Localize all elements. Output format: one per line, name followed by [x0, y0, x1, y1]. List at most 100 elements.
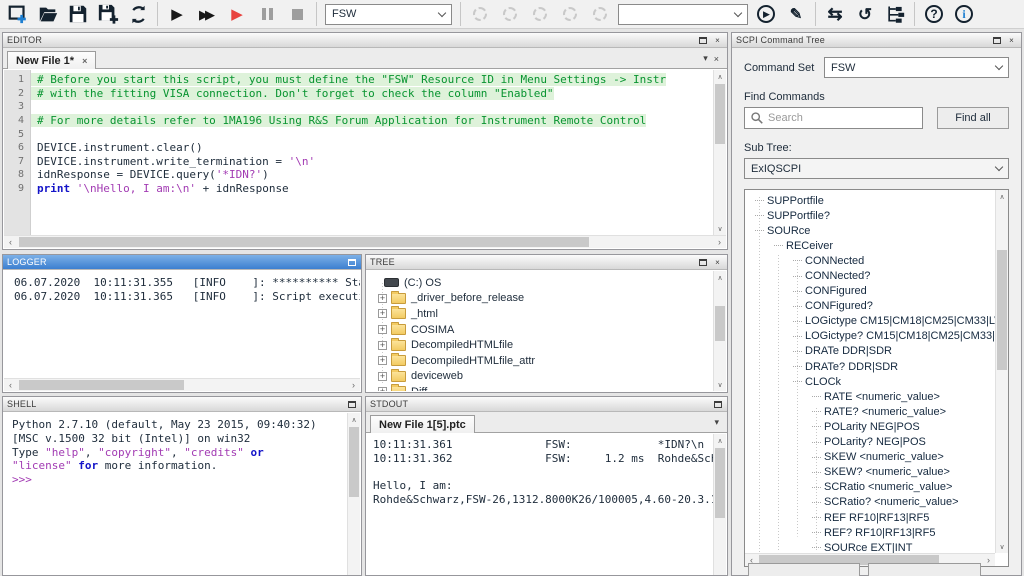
scpi-tree-item[interactable]: CONNected	[747, 253, 995, 268]
search-box[interactable]	[744, 107, 923, 129]
maximize-button[interactable]	[697, 35, 708, 46]
scpi-tree-item[interactable]: CONFigured?	[747, 299, 995, 314]
save-as-button[interactable]	[93, 1, 123, 27]
help-button[interactable]: ?	[919, 1, 949, 27]
scroll-right-icon[interactable]: ›	[982, 554, 995, 566]
expand-icon[interactable]: +	[378, 341, 387, 350]
editor-code-lines[interactable]: 1# Before you start this script, you mus…	[4, 73, 713, 235]
scpi-tree-item[interactable]: LOGictype CM15|CM18|CM25|CM33|LVDS|LV	[747, 314, 995, 329]
scroll-left-icon[interactable]: ‹	[4, 236, 17, 248]
open-file-button[interactable]	[33, 1, 63, 27]
scroll-right-icon[interactable]: ›	[713, 236, 726, 248]
pause-button[interactable]	[252, 1, 282, 27]
editor-vertical-scrollbar[interactable]: ∧ ∨	[713, 70, 726, 235]
tree-item[interactable]: +DecompiledHTMLfile	[371, 337, 713, 353]
scpi-tree-item[interactable]: SOURce	[747, 223, 995, 238]
find-all-button[interactable]: Find all	[937, 107, 1009, 129]
undo-button[interactable]: ↺	[850, 1, 880, 27]
expand-icon[interactable]: +	[378, 387, 387, 391]
edit-button[interactable]: ✎	[781, 1, 811, 27]
scpi-tree-item[interactable]: POLarity NEG|POS	[747, 419, 995, 434]
editor-horizontal-scrollbar[interactable]: ‹ ›	[4, 235, 726, 248]
logger-horizontal-scrollbar[interactable]: ‹ ›	[4, 378, 360, 391]
maximize-button[interactable]	[697, 257, 708, 268]
expand-icon[interactable]: +	[378, 309, 387, 318]
tree-item[interactable]: +_html	[371, 306, 713, 322]
device-dropdown[interactable]: FSW	[325, 4, 452, 25]
scpi-tree-item[interactable]: SKEW <numeric_value>	[747, 450, 995, 465]
tree-item[interactable]: +Diff	[371, 384, 713, 391]
scrollbar-thumb[interactable]	[715, 306, 725, 341]
tab-new-file-1[interactable]: New File 1* ×	[7, 51, 96, 69]
scpi-tree-item[interactable]: DRATe? DDR|SDR	[747, 359, 995, 374]
scpi-tree-item[interactable]: CLOCk	[747, 374, 995, 389]
scpi-tree-item[interactable]: CONNected?	[747, 268, 995, 283]
expand-icon[interactable]: +	[378, 294, 387, 303]
scroll-up-icon[interactable]: ∧	[714, 271, 726, 284]
tree-item[interactable]: +COSIMA	[371, 322, 713, 338]
reload-button[interactable]	[123, 1, 153, 27]
maximize-button[interactable]	[991, 35, 1002, 46]
run-button[interactable]: ▶	[162, 1, 192, 27]
scpi-vertical-scrollbar[interactable]: ∧ ∨	[995, 190, 1008, 553]
shell-body[interactable]: Python 2.7.10 (default, May 23 2015, 09:…	[4, 413, 360, 575]
scpi-tree-item[interactable]: SOURce EXT|INT	[747, 540, 995, 553]
tree-item[interactable]: +_driver_before_release	[371, 291, 713, 307]
scrollbar-thumb[interactable]	[997, 250, 1007, 370]
tree-item[interactable]: +DecompiledHTMLfile_attr	[371, 353, 713, 369]
scroll-up-icon[interactable]: ∧	[714, 70, 726, 83]
scroll-right-icon[interactable]: ›	[347, 379, 360, 391]
scrollbar-thumb[interactable]	[19, 237, 589, 247]
run-selected-button[interactable]: ▶	[222, 1, 252, 27]
close-button[interactable]: ×	[712, 257, 723, 268]
tree-item[interactable]: +deviceweb	[371, 369, 713, 385]
tab-list-dropdown-icon[interactable]: ▾	[703, 53, 708, 64]
maximize-button[interactable]	[346, 257, 357, 268]
expand-icon[interactable]: +	[378, 325, 387, 334]
scroll-down-icon[interactable]: ∨	[714, 222, 726, 235]
scpi-tree-item[interactable]: RECeiver	[747, 238, 995, 253]
scpi-tree-item[interactable]: REF RF10|RF13|RF5	[747, 510, 995, 525]
stop-button[interactable]	[282, 1, 312, 27]
scroll-up-icon[interactable]: ∧	[714, 434, 726, 447]
tree-item[interactable]: (C:) OS	[371, 275, 713, 291]
scroll-left-icon[interactable]: ‹	[4, 379, 17, 391]
close-button[interactable]: ×	[712, 35, 723, 46]
scpi-tree-item[interactable]: DRATe DDR|SDR	[747, 344, 995, 359]
scpi-tree-item[interactable]: SKEW? <numeric_value>	[747, 465, 995, 480]
scpi-tree-item[interactable]: LOGictype? CM15|CM18|CM25|CM33|LVDS|L	[747, 329, 995, 344]
scpi-tree-item[interactable]: SCRatio? <numeric_value>	[747, 495, 995, 510]
scpi-tree-item[interactable]: RATE? <numeric_value>	[747, 404, 995, 419]
editor-body[interactable]: 1# Before you start this script, you mus…	[4, 70, 726, 248]
sub-tree-dropdown[interactable]: ExIQSCPI	[744, 158, 1009, 179]
scroll-down-icon[interactable]: ∨	[714, 378, 726, 391]
stdout-vertical-scrollbar[interactable]: ∧	[713, 434, 726, 575]
scroll-up-icon[interactable]: ∧	[996, 190, 1008, 203]
play-snippet-button[interactable]: ▶	[751, 1, 781, 27]
command-tree-button[interactable]	[880, 1, 910, 27]
scrollbar-thumb[interactable]	[349, 427, 359, 497]
search-input[interactable]	[768, 112, 917, 124]
scrollbar-thumb[interactable]	[19, 380, 184, 390]
scpi-tree-item[interactable]: REF? RF10|RF13|RF5	[747, 525, 995, 540]
shell-vertical-scrollbar[interactable]: ∧	[347, 413, 360, 575]
scpi-tree-item[interactable]: CONFigured	[747, 284, 995, 299]
close-button[interactable]: ×	[1006, 35, 1017, 46]
scpi-tree-item[interactable]: SUPPortfile	[747, 193, 995, 208]
tab-close-icon[interactable]: ×	[82, 56, 87, 66]
snippet-dropdown[interactable]	[618, 4, 748, 25]
scpi-tree-item[interactable]: RATE <numeric_value>	[747, 389, 995, 404]
command-set-dropdown[interactable]: FSW	[824, 57, 1009, 78]
tree-vertical-scrollbar[interactable]: ∧ ∨	[713, 271, 726, 391]
tab-stdout-file[interactable]: New File 1[5].ptc	[370, 415, 475, 433]
expand-icon[interactable]: +	[378, 356, 387, 365]
maximize-button[interactable]	[346, 399, 357, 410]
scroll-down-icon[interactable]: ∨	[996, 540, 1008, 553]
scpi-tree-item[interactable]: SUPPortfile?	[747, 208, 995, 223]
tab-list-dropdown-icon[interactable]: ▾	[714, 417, 719, 428]
scroll-up-icon[interactable]: ∧	[348, 413, 360, 426]
scpi-tree-item[interactable]: POLarity? NEG|POS	[747, 435, 995, 450]
new-file-button[interactable]	[3, 1, 33, 27]
scpi-tree-item[interactable]: SCRatio <numeric_value>	[747, 480, 995, 495]
scpi-bottom-button-2[interactable]	[868, 563, 981, 576]
